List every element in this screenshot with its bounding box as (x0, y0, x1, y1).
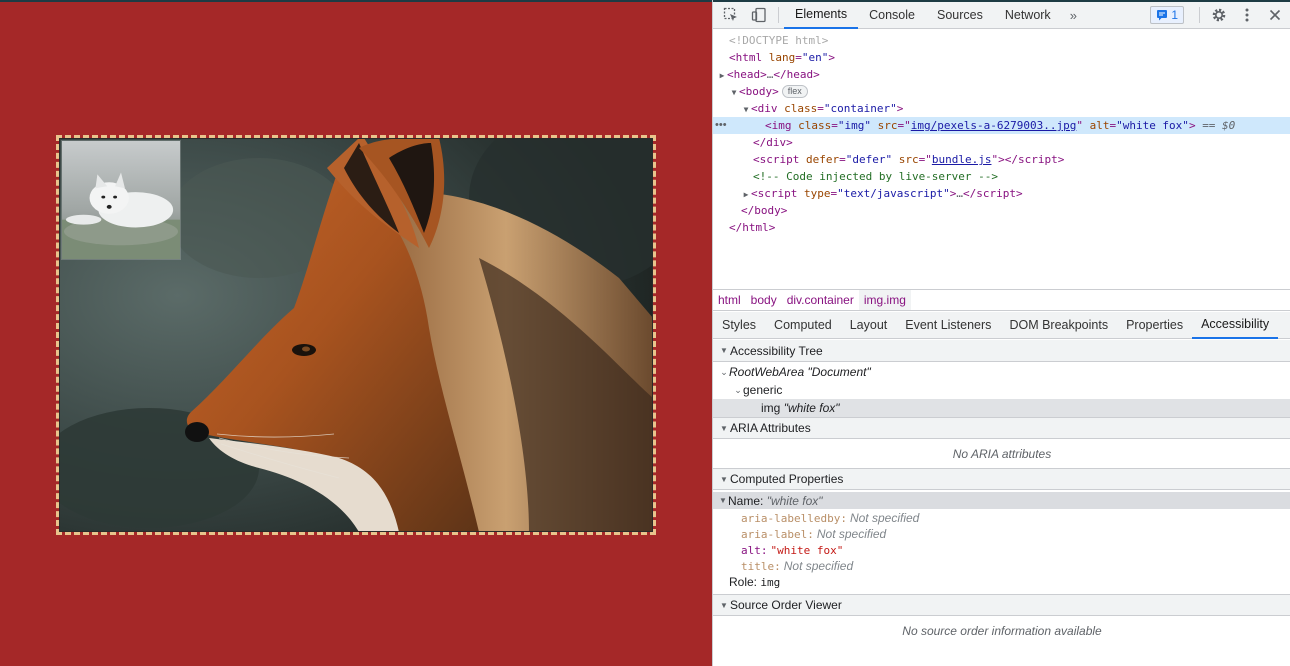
collapse-triangle-icon: ▼ (720, 474, 728, 484)
issues-badge[interactable]: 1 (1150, 6, 1184, 24)
tab-event-listeners[interactable]: Event Listeners (896, 312, 1000, 339)
breadcrumb-html[interactable]: html (713, 290, 746, 310)
dom-html-node[interactable]: <html lang="en"> (713, 49, 1290, 66)
close-icon[interactable] (1261, 2, 1289, 28)
window-top-border (0, 0, 712, 2)
aria-empty-message: No ARIA attributes (952, 446, 1052, 461)
dom-doctype[interactable]: <!DOCTYPE html> (713, 32, 1290, 49)
tab-styles[interactable]: Styles (713, 312, 765, 339)
tab-dom-breakpoints[interactable]: DOM Breakpoints (1000, 312, 1117, 339)
tab-accessibility[interactable]: Accessibility (1192, 312, 1279, 339)
source-order-empty-message: No source order information available (902, 623, 1102, 638)
a11y-node-root[interactable]: ⌄ RootWebArea "Document" (713, 363, 1290, 381)
collapse-triangle-icon[interactable]: ▼ (741, 101, 751, 118)
sidebar-tabs: Styles Computed Layout Event Listeners D… (713, 312, 1290, 339)
page-viewport (0, 0, 712, 666)
node-actions-icon[interactable]: ••• (715, 117, 727, 134)
prop-aria-labelledby: aria-labelledby: Not specified (741, 511, 920, 525)
tab-console[interactable]: Console (858, 2, 926, 29)
tab-network[interactable]: Network (994, 2, 1062, 29)
devtools-panel: Elements Console Sources Network » 1 <!D… (712, 0, 1290, 666)
prop-title: title: Not specified (741, 559, 854, 573)
collapse-triangle-icon: ▼ (720, 600, 728, 610)
dom-div-close[interactable]: </div> (713, 134, 1290, 151)
collapse-triangle-icon: ▼ (719, 496, 727, 505)
collapse-triangle-icon: ▼ (720, 423, 728, 433)
tab-properties[interactable]: Properties (1117, 312, 1192, 339)
collapse-triangle-icon[interactable]: ▼ (729, 84, 739, 101)
dom-div-container-node[interactable]: ▼ <div class="container"> (713, 100, 1290, 117)
prop-alt: alt: "white fox" (741, 543, 844, 557)
source-order-header[interactable]: ▼ Source Order Viewer (713, 594, 1290, 616)
aria-attributes-header[interactable]: ▼ ARIA Attributes (713, 417, 1290, 439)
collapse-triangle-icon: ▼ (720, 346, 728, 355)
breadcrumb-body[interactable]: body (746, 290, 782, 310)
settings-gear-icon[interactable] (1205, 2, 1233, 28)
a11y-node-img[interactable]: img "white fox" (713, 399, 1290, 417)
tab-computed[interactable]: Computed (765, 312, 841, 339)
a11y-node-generic[interactable]: ⌄ generic (713, 381, 1290, 399)
toolbar-separator (778, 7, 779, 23)
device-toolbar-icon[interactable] (745, 2, 773, 28)
breadcrumb-img[interactable]: img.img (858, 290, 911, 310)
chevron-down-icon: ⌄ (720, 366, 728, 377)
tab-sources[interactable]: Sources (926, 2, 994, 29)
dom-tree: <!DOCTYPE html> <html lang="en"> ▶ <head>… (713, 30, 1290, 288)
dom-comment[interactable]: <!-- Code injected by live-server --> (713, 168, 1290, 185)
tab-layout[interactable]: Layout (841, 312, 897, 339)
chevron-down-icon: ⌄ (734, 384, 742, 395)
more-tabs-icon[interactable]: » (1062, 8, 1085, 23)
more-options-icon[interactable] (1233, 2, 1261, 28)
message-icon (1157, 10, 1168, 21)
dom-body-node[interactable]: ▼ <body> flex (713, 83, 1290, 100)
script-src-link[interactable]: bundle.js (932, 153, 992, 166)
computed-name-row[interactable]: ▼ Name: "white fox" (713, 492, 1290, 509)
breadcrumb-div-container[interactable]: div.container (782, 290, 859, 310)
prop-role: Role: img (729, 575, 781, 589)
tab-elements[interactable]: Elements (784, 2, 859, 29)
breadcrumb: html body div.container img.img (713, 289, 1290, 311)
dom-head-node[interactable]: ▶ <head>…</head> (713, 66, 1290, 83)
container-inner-border (59, 138, 653, 532)
dom-script-bundle[interactable]: <script defer="defer" src="bundle.js"></… (713, 151, 1290, 168)
dom-html-close[interactable]: </html> (713, 219, 1290, 236)
devtools-toolbar: Elements Console Sources Network » 1 (713, 2, 1290, 29)
dom-img-node[interactable]: ••• <img class="img" src="img/pexels-a-62… (713, 117, 1290, 134)
issues-count: 1 (1171, 8, 1178, 22)
accessibility-tree-header[interactable]: ▼ Accessibility Tree (713, 340, 1290, 362)
img-src-link[interactable]: img/pexels-a-6279003..jpg (911, 119, 1077, 132)
accessibility-pane: ▼ Accessibility Tree ⌄ RootWebArea "Docu… (713, 340, 1290, 666)
dom-body-close[interactable]: </body> (713, 202, 1290, 219)
inspect-element-icon[interactable] (717, 2, 745, 28)
expand-triangle-icon[interactable]: ▶ (741, 186, 751, 203)
prop-aria-label: aria-label: Not specified (741, 527, 887, 541)
expand-triangle-icon[interactable]: ▶ (717, 67, 727, 84)
image-container (56, 135, 656, 535)
computed-properties-header[interactable]: ▼ Computed Properties (713, 468, 1290, 490)
dom-script-inline[interactable]: ▶ <script type="text/javascript">…</scrip… (713, 185, 1290, 202)
flex-badge[interactable]: flex (781, 85, 808, 98)
toolbar-separator-right (1199, 7, 1200, 23)
